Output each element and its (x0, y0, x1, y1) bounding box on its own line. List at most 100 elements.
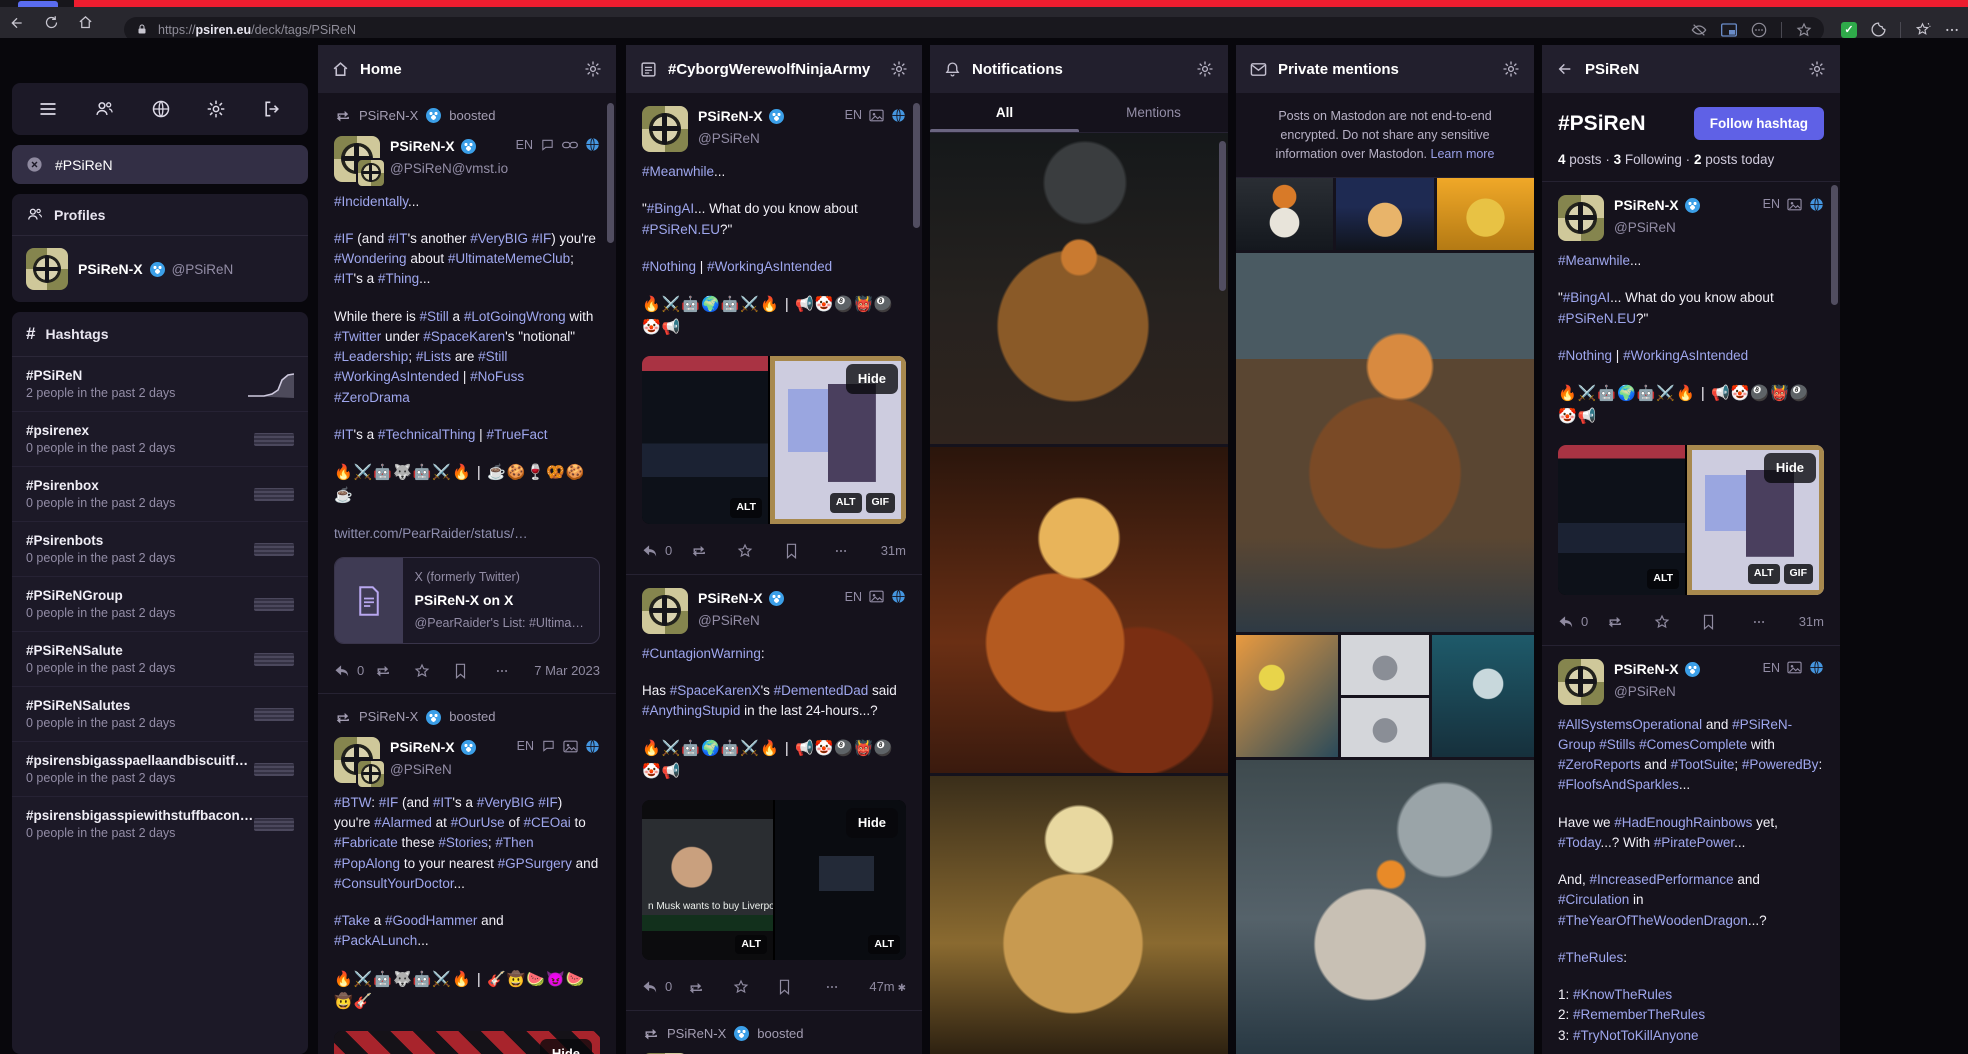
booster-name[interactable]: PSiReN-X (667, 1024, 726, 1044)
hashtag-link[interactable]: #Circulation (1558, 892, 1629, 907)
bookmark-star-icon[interactable] (1796, 22, 1812, 38)
post-author[interactable]: PSiReN-X @PSiReN (1614, 195, 1700, 238)
hashtag-link[interactable]: #IT (334, 427, 354, 442)
back-icon[interactable] (0, 15, 34, 31)
post-author[interactable]: PSiReN-X @PSiReN (698, 588, 784, 631)
sidebar-hashtag-item[interactable]: #psirenex 0 people in the past 2 days (12, 412, 308, 467)
hashtag-link[interactable]: #IT (334, 271, 354, 286)
cookie-extension-icon[interactable] (1870, 21, 1887, 38)
hashtag-link[interactable]: #WorkingAsIntended (334, 369, 459, 384)
sidebar-hashtag-item[interactable]: #PSiReNSalute 0 people in the past 2 days (12, 632, 308, 687)
scrollbar[interactable] (913, 103, 920, 228)
hashtag-link[interactable]: #IF (532, 231, 552, 246)
home-icon[interactable] (68, 15, 102, 30)
favourite-button[interactable] (414, 663, 454, 679)
gif-badge[interactable]: GIF (865, 493, 895, 513)
avatar[interactable] (642, 106, 688, 152)
mention-avatar[interactable] (1236, 178, 1334, 251)
post-timestamp[interactable]: 31m (1799, 612, 1824, 632)
display-name[interactable]: PSiReN-X (1614, 659, 1700, 680)
hashtag-link[interactable]: #ZeroDrama (334, 390, 410, 405)
hashtag-link[interactable]: #ZeroReports (1558, 757, 1641, 772)
display-name[interactable]: PSiReN-X (1614, 195, 1700, 216)
hashtag-link[interactable]: #Stories (438, 835, 488, 850)
hashtag-link[interactable]: #KnowTheRules (1573, 987, 1672, 1002)
more-button[interactable] (494, 664, 534, 678)
hashtag-link[interactable]: #FloofsAndSparkles (1558, 777, 1679, 792)
hashtag-link[interactable]: #VeryBIG (470, 231, 528, 246)
more-button[interactable] (1751, 615, 1799, 629)
avatar[interactable] (334, 736, 386, 789)
hashtag-link[interactable]: #ComesComplete (1639, 737, 1747, 752)
hashtag-link[interactable]: #Twitter (334, 329, 381, 344)
favourite-button[interactable] (1654, 614, 1702, 630)
hashtag-link[interactable]: #GPSurgery (498, 856, 572, 871)
gif-badge[interactable]: GIF (1783, 564, 1813, 584)
column-settings-icon[interactable] (1808, 60, 1826, 78)
mention-media[interactable] (1236, 760, 1534, 1054)
post-timestamp[interactable]: 47m ✱ (869, 977, 906, 997)
display-name[interactable]: PSiReN-X (698, 106, 784, 127)
media-image[interactable]: ALT (1558, 445, 1685, 595)
settings-gear-icon[interactable] (206, 99, 226, 119)
boost-button[interactable] (1606, 615, 1654, 628)
hashtag-link[interactable]: #Meanwhile (642, 164, 714, 179)
back-arrow-icon[interactable] (1556, 61, 1574, 77)
bookmark-button[interactable] (778, 979, 823, 995)
avatar[interactable] (26, 248, 68, 290)
hashtag-link[interactable]: #DementedDad (774, 683, 869, 698)
favorites-icon[interactable] (1914, 21, 1931, 38)
post-author[interactable]: PSiReN-X @PSiReN (1614, 659, 1700, 702)
column-settings-icon[interactable] (1502, 60, 1520, 78)
sidebar-hashtag-item[interactable]: #PSiReN 2 people in the past 2 days (12, 357, 308, 412)
bookmark-button[interactable] (454, 663, 494, 679)
hashtag-link[interactable]: #GoodHammer (385, 913, 477, 928)
column-notifications-header[interactable]: Notifications (930, 45, 1228, 93)
hide-media-button[interactable]: Hide (845, 364, 898, 394)
sidebar-hashtag-item[interactable]: #PSiReNSalutes 0 people in the past 2 day… (12, 687, 308, 742)
sidebar-hashtag-item[interactable]: #psirensbigasspaellaandbiscuitfactory 0 p… (12, 742, 308, 797)
hashtag-link[interactable]: #PoweredBy (1742, 757, 1819, 772)
booster-name[interactable]: PSiReN-X (359, 106, 418, 126)
favourite-button[interactable] (737, 543, 785, 559)
bookmark-button[interactable] (785, 543, 833, 559)
reader-hidden-icon[interactable] (1691, 22, 1707, 38)
display-name[interactable]: PSiReN-X (390, 136, 506, 157)
hashtag-link[interactable]: #PSiReN.EU (642, 222, 720, 237)
hashtag-link[interactable]: #Incidentally (334, 194, 408, 209)
alt-badge[interactable]: ALT (735, 934, 767, 955)
hashtag-link[interactable]: #Today (1558, 835, 1601, 850)
media-attachment[interactable]: ALT ALT GIF Hide (642, 356, 906, 524)
favourite-button[interactable] (733, 979, 778, 995)
hashtag-link[interactable]: #PSiReN.EU (1558, 311, 1636, 326)
column-private-mentions-header[interactable]: Private mentions (1236, 45, 1534, 93)
sidebar-hashtag-item[interactable]: #PSiReNGroup 0 people in the past 2 days (12, 577, 308, 632)
bookmark-button[interactable] (1702, 614, 1750, 630)
notification-media[interactable] (930, 776, 1228, 1054)
media-image[interactable]: ALT (642, 356, 768, 524)
hashtag-link[interactable]: #Wondering (334, 251, 407, 266)
hashtag-link[interactable]: #AllSystemsOperational (1558, 717, 1702, 732)
display-name[interactable]: PSiReN-X (390, 737, 476, 758)
external-link[interactable]: twitter.com/PearRaider/status/… (334, 524, 600, 544)
hashtag-link[interactable]: #IT (433, 795, 453, 810)
hashtag-link[interactable]: #PopAlong (334, 856, 400, 871)
notification-media[interactable] (930, 133, 1228, 444)
column-settings-icon[interactable] (1196, 60, 1214, 78)
scrollbar[interactable] (1831, 185, 1838, 305)
reply-button[interactable]: 0 (642, 977, 687, 997)
media-attachment[interactable]: ALTGIFHAMMER TIMEHide (334, 1030, 600, 1054)
permissions-icon[interactable] (1751, 22, 1767, 38)
hashtag-link[interactable]: #IT (388, 231, 408, 246)
hashtag-link[interactable]: #PiratePower (1654, 835, 1734, 850)
hashtag-link[interactable]: #UltimateMemeClub (448, 251, 570, 266)
column-home-header[interactable]: Home (318, 45, 616, 93)
media-image[interactable]: n Musk wants to buy Liverpool, says fath… (642, 800, 773, 961)
hashtag-link[interactable]: #PackALunch (334, 933, 417, 948)
hashtag-link[interactable]: #CuntagionWarning (642, 646, 761, 661)
hashtag-link[interactable]: #IncreasedPerformance (1590, 872, 1734, 887)
hashtag-link[interactable]: #Lists (416, 349, 451, 364)
boost-button[interactable] (374, 664, 414, 677)
hashtag-link[interactable]: #TryNotToKillAnyone (1573, 1028, 1699, 1043)
hashtag-link[interactable]: #Still (420, 309, 449, 324)
